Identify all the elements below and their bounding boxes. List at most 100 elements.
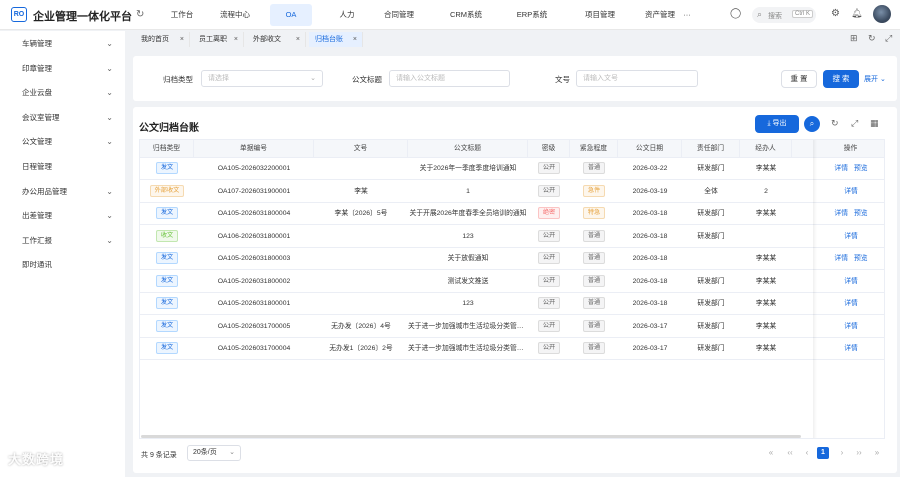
message-icon[interactable]: ◯	[730, 8, 741, 19]
detail-link[interactable]: 详情	[834, 165, 848, 172]
secret-level-tag: 公开	[537, 184, 561, 197]
doc-no-input[interactable]: 请输入文号	[576, 70, 698, 87]
fullscreen-icon[interactable]: ⤢	[851, 118, 858, 129]
prev-group-icon[interactable]: ‹‹	[784, 447, 796, 459]
detail-link[interactable]: 详情	[834, 210, 848, 217]
tab-item[interactable]: 外部收文 ×	[247, 32, 306, 47]
detail-link[interactable]: 详情	[844, 300, 858, 307]
doc-number: 李某〔2026〕5号	[334, 210, 388, 217]
next-group-icon[interactable]: ››	[853, 447, 865, 459]
first-page-icon[interactable]: «	[765, 447, 777, 459]
topnav-item[interactable]: 流程中心	[206, 4, 264, 26]
reset-button[interactable]: 重 置	[781, 70, 817, 88]
bell-icon[interactable]: 🔔︎	[851, 8, 862, 19]
detail-link[interactable]: 详情	[834, 255, 848, 262]
settings-icon[interactable]: ⚙	[831, 8, 840, 19]
doc-date: 2026-03-22	[632, 165, 668, 172]
table-row[interactable]: 外部收文 OA107-2026031900001 李某 1 公开 急件 2026-03-19…	[140, 181, 884, 203]
sidebar-item[interactable]: 公文管理 ⌄	[0, 133, 125, 151]
sidebar-item[interactable]: 企业云盘 ⌄	[0, 84, 125, 102]
detail-link[interactable]: 详情	[844, 188, 858, 195]
tab-label: 员工离职	[199, 36, 227, 43]
column-header: 文号	[314, 140, 408, 158]
topnav-item[interactable]: ERP系统	[502, 4, 562, 26]
fullscreen-icon[interactable]: ⤢	[885, 33, 892, 44]
sidebar-item[interactable]: 出差管理 ⌄	[0, 207, 125, 225]
doc-no-label: 文号	[555, 75, 570, 84]
refresh-icon[interactable]: ↻	[136, 9, 144, 20]
tab-item[interactable]: 我的首页 ×	[135, 32, 190, 47]
reload-tab-icon[interactable]: ↻	[868, 33, 876, 44]
doc-date: 2026-03-18	[632, 210, 668, 217]
detail-link[interactable]: 详情	[844, 323, 858, 330]
preview-link[interactable]: 预览	[854, 255, 868, 262]
page-size-value: 20条/页	[193, 449, 217, 456]
sidebar-item[interactable]: 会议室管理 ⌄	[0, 109, 125, 127]
table-row[interactable]: 发文 OA105-2026031800002 测试发文推送 公开 普通 2026-03-1…	[140, 271, 884, 293]
responsible-dept: 研发部门	[697, 277, 725, 285]
doc-title: 123	[462, 232, 474, 240]
archive-type-tag: 发文	[155, 274, 179, 287]
doc-title: 1	[466, 187, 470, 195]
sidebar-item[interactable]: 即时通讯	[0, 256, 125, 274]
doc-date: 2026-03-18	[632, 255, 668, 262]
sidebar-item[interactable]: 日程管理	[0, 158, 125, 176]
topnav-item[interactable]: ···	[670, 4, 704, 26]
tab-item[interactable]: 员工离职 ×	[193, 32, 244, 47]
close-icon[interactable]: ×	[180, 32, 184, 47]
close-icon[interactable]: ×	[353, 32, 357, 47]
sidebar-item[interactable]: 工作汇报 ⌄	[0, 232, 125, 250]
doc-date: 2026-03-17	[632, 322, 668, 330]
tab-item[interactable]: 归档台账 ×	[309, 32, 363, 47]
search-button[interactable]: 搜 索	[823, 70, 859, 88]
table-row[interactable]: 发文 OA105-2026031700005 无办发〔2026〕4号 关于进一步加强城…	[140, 316, 884, 338]
archive-type-select[interactable]: 请选择 ⌄	[201, 70, 323, 87]
sidebar-item[interactable]: 印章管理 ⌄	[0, 60, 125, 78]
horizontal-scrollbar[interactable]	[141, 435, 801, 438]
urgency-tag: 普通	[582, 319, 606, 332]
export-button[interactable]: ⤓ 导出	[755, 115, 799, 133]
table-row[interactable]: 发文 OA105-2026032200001 关于2026年一季度季度培训通知 公开 普…	[140, 158, 884, 180]
next-page-icon[interactable]: ›	[836, 447, 848, 459]
sidebar-item[interactable]: 办公用品管理 ⌄	[0, 183, 125, 201]
secret-level-tag: 公开	[537, 342, 561, 355]
topnav-item[interactable]: CRM系统	[436, 4, 496, 26]
sidebar-item[interactable]: 车辆管理 ⌄	[0, 35, 125, 53]
close-icon[interactable]: ×	[234, 32, 238, 47]
global-search[interactable]: ⌕ 搜索 Ctrl K	[752, 7, 816, 23]
responsible-dept: 研发部门	[697, 300, 725, 307]
detail-link[interactable]: 详情	[844, 345, 858, 352]
detail-link[interactable]: 详情	[844, 278, 858, 285]
column-header: 密级	[528, 140, 570, 158]
urgency-tag: 特急	[582, 207, 606, 220]
column-settings-icon[interactable]: ▦	[870, 118, 879, 129]
table-row[interactable]: 发文 OA105-2026031800004 李某〔2026〕5号 关于开展2026年…	[140, 203, 884, 225]
user-avatar[interactable]	[873, 5, 891, 23]
page-size-select[interactable]: 20条/页 ⌄	[187, 445, 241, 461]
topnav-item[interactable]: 人力	[326, 4, 368, 26]
topnav-item[interactable]: OA	[270, 4, 312, 26]
preview-link[interactable]: 预览	[854, 210, 868, 217]
topnav-item[interactable]: 项目管理	[570, 4, 630, 26]
last-page-icon[interactable]: »	[871, 447, 883, 459]
table-row[interactable]: 收文 OA106-2026031800001 123 公开 普通 2026-03-18 研发…	[140, 226, 884, 248]
table-row[interactable]: 发文 OA105-2026031700004 无办发1〔2026〕2号 关于进一步加强…	[140, 338, 884, 360]
current-page[interactable]: 1	[817, 447, 829, 459]
detail-link[interactable]: 详情	[844, 233, 858, 240]
preview-link[interactable]: 预览	[854, 165, 868, 172]
expand-button[interactable]: 展开 ⌄	[864, 74, 886, 84]
topnav-item[interactable]: 合同管理	[370, 4, 428, 26]
prev-page-icon[interactable]: ‹	[801, 447, 813, 459]
grid-icon[interactable]: ⊞	[850, 33, 858, 44]
column-header: 公文标题	[408, 140, 528, 158]
refresh-icon[interactable]: ↻	[831, 118, 839, 129]
doc-date: 2026-03-18	[632, 277, 668, 285]
topnav-item[interactable]: 工作台	[160, 4, 204, 26]
table-row[interactable]: 发文 OA105-2026031800001 123 公开 普通 2026-03-18 研发…	[140, 293, 884, 315]
sidebar-item-label: 会议室管理	[22, 112, 60, 122]
search-toggle-button[interactable]: ⌕	[804, 116, 820, 132]
doc-title-input[interactable]: 请输入公文标题	[389, 70, 510, 87]
table-row[interactable]: 发文 OA105-2026031800003 关于放假通知 公开 普通 2026-03-1…	[140, 248, 884, 270]
doc-number: 无办发〔2026〕4号	[331, 322, 391, 330]
close-icon[interactable]: ×	[296, 32, 300, 47]
